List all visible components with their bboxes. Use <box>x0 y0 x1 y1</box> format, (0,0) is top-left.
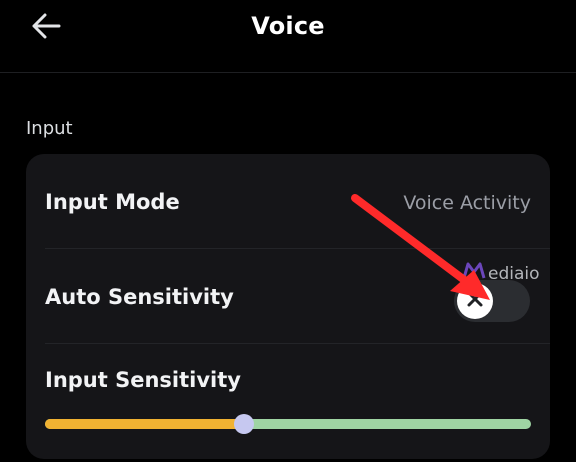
input-mode-row[interactable]: Input Mode Voice Activity <box>26 154 550 248</box>
slider-track <box>45 419 531 429</box>
input-sensitivity-label: Input Sensitivity <box>45 368 241 392</box>
page-title: Voice <box>251 12 325 40</box>
toggle-knob <box>457 283 493 319</box>
close-icon <box>466 290 484 312</box>
watermark: ediaio <box>462 262 540 285</box>
input-mode-label: Input Mode <box>45 190 180 214</box>
input-settings-card: Input Mode Voice Activity Auto Sensitivi… <box>26 154 550 459</box>
auto-sensitivity-toggle[interactable] <box>454 280 530 322</box>
input-sensitivity-slider[interactable] <box>45 414 531 434</box>
slider-fill <box>45 419 245 429</box>
watermark-text: ediaio <box>488 263 540 284</box>
voice-settings-screen: Voice Input Input Mode Voice Activity Au… <box>0 0 576 462</box>
auto-sensitivity-label: Auto Sensitivity <box>45 285 234 309</box>
section-label-input: Input <box>26 118 73 139</box>
watermark-logo-icon <box>462 262 486 285</box>
header: Voice <box>0 0 576 73</box>
input-mode-value: Voice Activity <box>403 192 531 214</box>
